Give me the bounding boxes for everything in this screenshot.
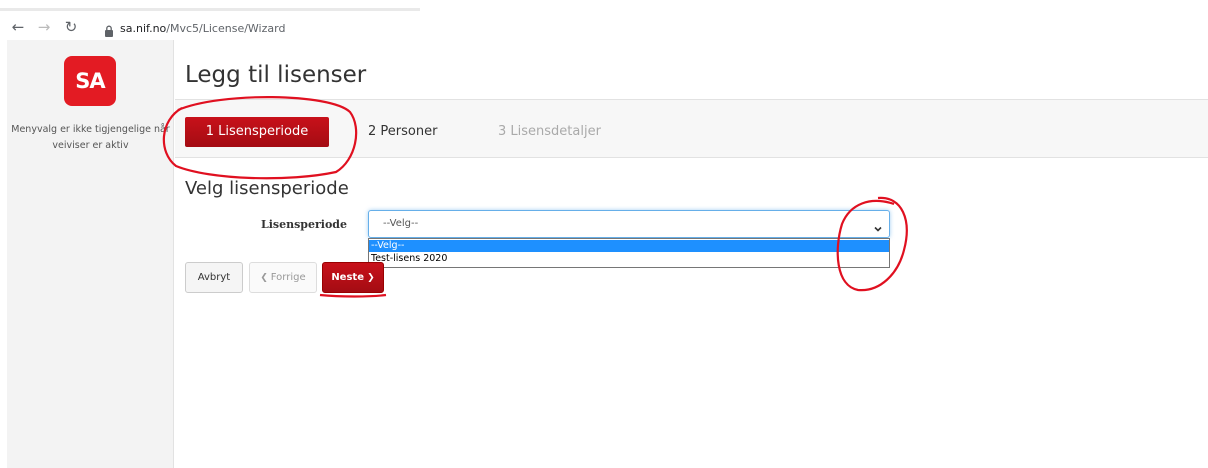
lisensperiode-dropdown: --Velg-- Test-lisens 2020 [368,238,890,268]
step-lisensdetaljer: 3 Lisensdetaljer [498,124,601,139]
lisensperiode-label: Lisensperiode [261,218,347,231]
previous-button[interactable]: ❮ Forrige [249,262,317,293]
url-path: /Mvc5/License/Wizard [166,21,286,35]
step-lisensperiode[interactable]: 1 Lisensperiode [185,117,329,147]
browser-toolbar: ← → ↻ sa.nif.no/Mvc5/License/Wizard [0,0,1208,40]
dropdown-option[interactable]: Test-lisens 2020 [369,253,889,265]
cancel-button[interactable]: Avbryt [185,262,243,293]
tab-strip [0,0,1208,12]
wizard-steps: 1 Lisensperiode 2 Personer 3 Lisensdetal… [175,100,1208,158]
sidebar: SA Menyvalg er ikke tigjengelige når vei… [7,40,174,468]
next-button[interactable]: Neste ❯ [322,262,384,293]
sidebar-disabled-note: Menyvalg er ikke tigjengelige når veivis… [11,124,170,151]
chevron-right-icon: ❯ [363,273,375,283]
step-personer[interactable]: 2 Personer [368,117,437,147]
lock-icon [104,22,114,37]
url-text: sa.nif.no/Mvc5/License/Wizard [120,22,285,35]
back-arrow-icon[interactable]: ← [9,18,27,36]
sa-logo[interactable]: SA [64,56,116,106]
main-content: Legg til lisenser 1 Lisensperiode 2 Pers… [175,40,1208,468]
section-title: Velg lisensperiode [185,178,349,199]
next-label: Neste [331,272,364,283]
url-host: sa.nif.no [120,21,167,35]
address-bar[interactable]: sa.nif.no/Mvc5/License/Wizard [104,18,285,38]
reload-icon[interactable]: ↻ [62,18,80,36]
chevron-left-icon: ❮ [260,273,271,283]
forward-arrow-icon[interactable]: → [35,18,53,36]
page-title: Legg til lisenser [185,62,367,88]
select-current-value: --Velg-- [383,218,419,229]
lisensperiode-select[interactable]: --Velg-- [368,210,890,238]
previous-label: Forrige [270,272,306,283]
dropdown-option[interactable]: --Velg-- [369,240,889,252]
chevron-down-icon[interactable] [873,219,883,232]
